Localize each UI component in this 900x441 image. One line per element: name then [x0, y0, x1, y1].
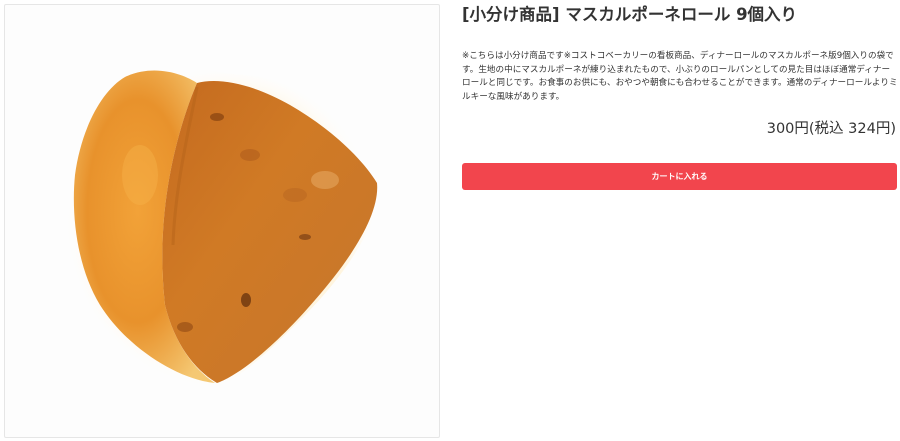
product-description: ※こちらは小分け商品です※コストコベーカリーの看板商品、ディナーロールのマスカル…: [462, 51, 898, 102]
product-info: [小分け商品] マスカルポーネロール 9個入り ※こちらは小分け商品です※コスト…: [462, 0, 898, 190]
product-image[interactable]: [4, 4, 440, 438]
bread-roll-image: [64, 64, 381, 391]
product-price: 300円(税込 324円): [766, 121, 896, 137]
product-title: [小分け商品] マスカルポーネロール 9個入り: [462, 5, 798, 24]
product-page: [小分け商品] マスカルポーネロール 9個入り ※こちらは小分け商品です※コスト…: [0, 0, 900, 441]
add-to-cart-button[interactable]: カートに入れる: [462, 163, 897, 190]
